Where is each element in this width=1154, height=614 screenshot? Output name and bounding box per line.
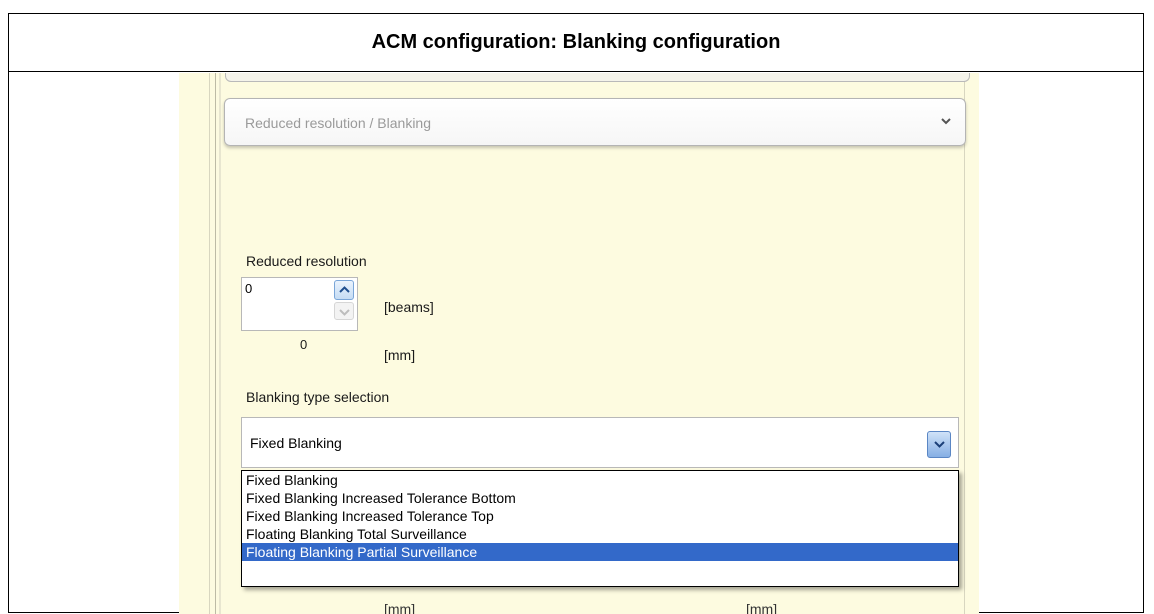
figure-table: ACM configuration: Blanking configuratio… (8, 13, 1144, 614)
decrement-button[interactable] (334, 302, 354, 320)
chevron-down-icon[interactable] (939, 114, 953, 128)
chevron-up-icon (339, 286, 350, 293)
panel-divider (219, 73, 221, 614)
dropdown-option[interactable]: Floating Blanking Total Surveillance (242, 525, 958, 543)
reduced-resolution-stepper[interactable]: 0 (241, 277, 358, 331)
dropdown-option[interactable]: Fixed Blanking (242, 471, 958, 489)
dropdown-option[interactable]: Floating Blanking Partial Surveillance (242, 543, 958, 561)
panel-divider (215, 73, 216, 614)
dropdown-button[interactable] (927, 431, 951, 458)
config-panel: Reduced resolution / Blanking Reduced re… (179, 73, 979, 614)
blanking-type-options[interactable]: Fixed Blanking Fixed Blanking Increased … (241, 470, 959, 587)
section-header-label: Reduced resolution / Blanking (245, 115, 432, 131)
reduced-resolution-value[interactable]: 0 (245, 281, 252, 296)
dropdown-option[interactable]: Fixed Blanking Increased Tolerance Top (242, 507, 958, 525)
previous-section-edge (225, 73, 970, 82)
panel-border (964, 73, 965, 614)
blanking-type-select[interactable]: Fixed Blanking (241, 417, 959, 468)
figure-title: ACM configuration: Blanking configuratio… (9, 14, 1143, 72)
reduced-resolution-mm-value: 0 (300, 337, 308, 352)
mm-unit-label: [mm] (384, 347, 416, 363)
panel-divider (209, 73, 210, 614)
blanking-type-label: Blanking type selection (246, 389, 390, 405)
beams-unit-label: [beams] (384, 299, 434, 315)
section-header-reduced-resolution-blanking[interactable]: Reduced resolution / Blanking (224, 98, 966, 146)
dropdown-option[interactable]: Fixed Blanking Increased Tolerance Botto… (242, 489, 958, 507)
hidden-mm-unit-label: [mm] (746, 601, 778, 614)
chevron-down-icon (339, 309, 350, 316)
increment-button[interactable] (334, 280, 354, 300)
chevron-down-icon (934, 441, 945, 448)
reduced-resolution-label: Reduced resolution (246, 253, 367, 269)
blanking-type-selected-value: Fixed Blanking (250, 435, 342, 451)
hidden-mm-unit-label: [mm] (384, 601, 416, 614)
